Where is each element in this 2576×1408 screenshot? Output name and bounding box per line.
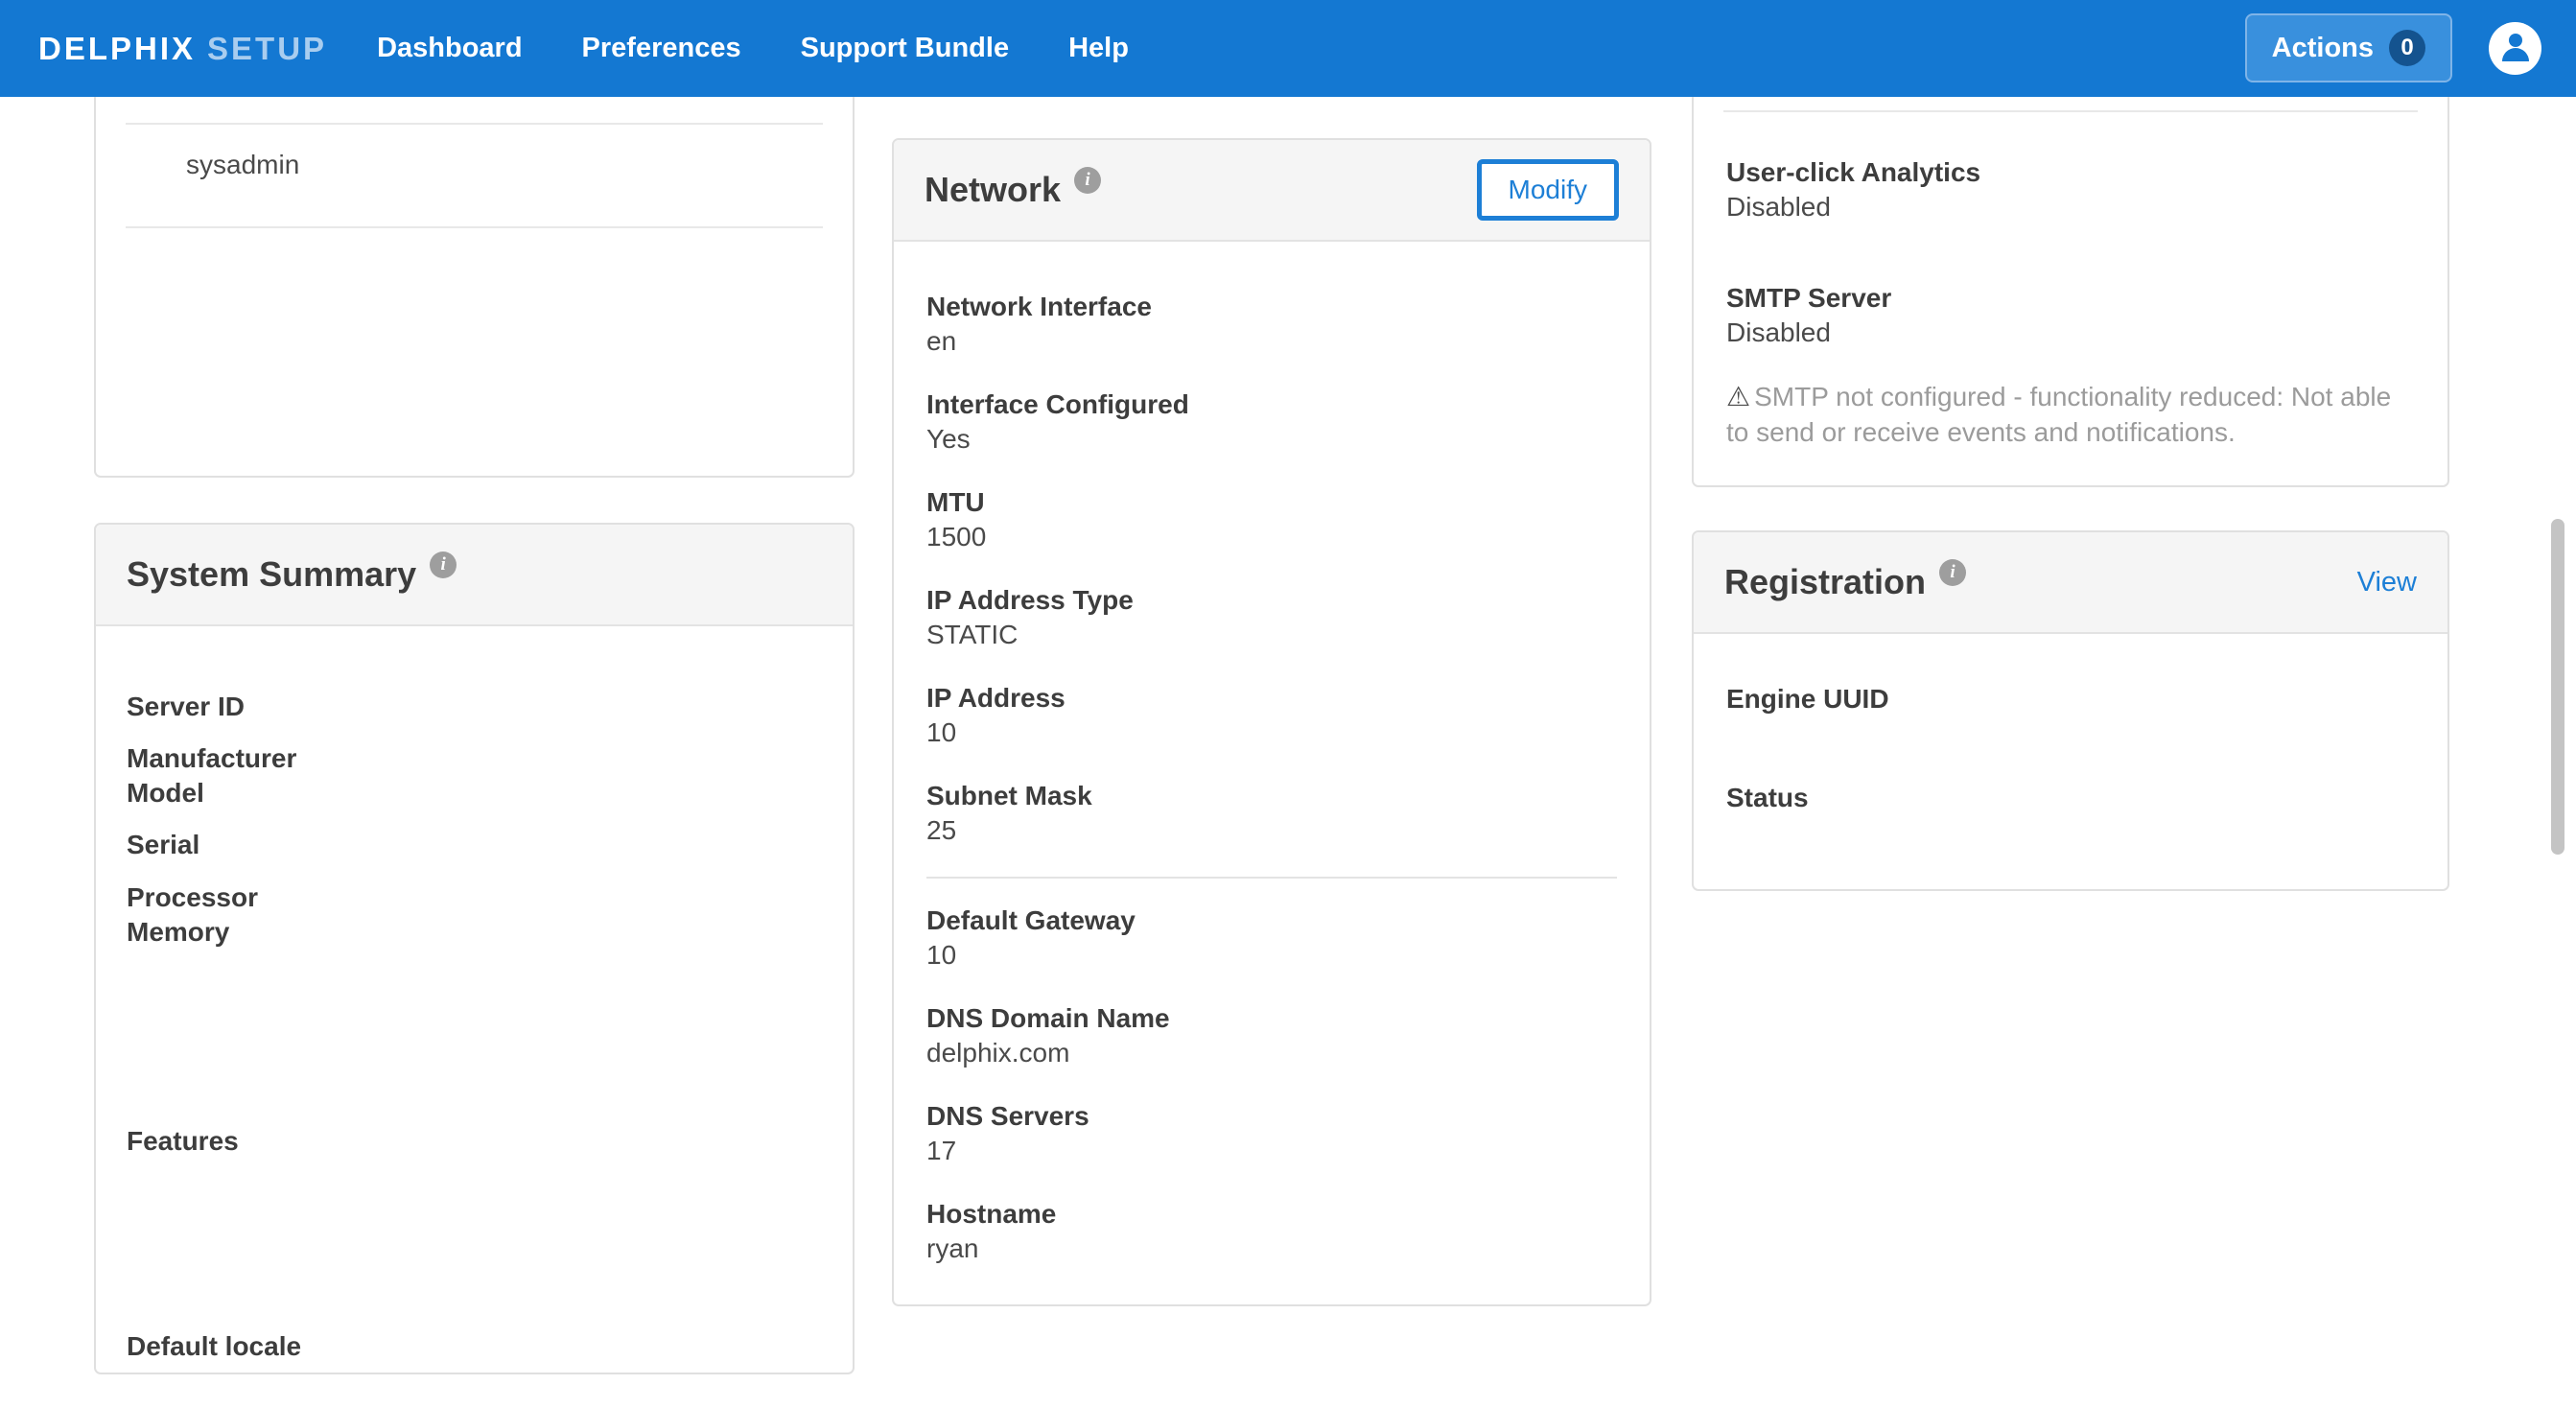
- field-value: Disabled: [1726, 316, 1891, 350]
- field-interface-configured: Interface Configured Yes: [926, 387, 1617, 457]
- field-label: Serial: [127, 828, 199, 862]
- field-default-gateway: Default Gateway 10: [926, 903, 1617, 973]
- actions-count-badge: 0: [2389, 30, 2425, 66]
- field-value: delphix.com: [926, 1036, 1617, 1070]
- smtp-warning: ⚠SMTP not configured - functionality red…: [1726, 379, 2413, 450]
- field-value: en: [926, 324, 1617, 359]
- field-smtp-server: SMTP Server Disabled: [1726, 281, 1891, 350]
- registration-card: Registration i View Engine UUID Status: [1692, 530, 2449, 891]
- divider: [1723, 110, 2418, 112]
- registration-header: Registration i View: [1694, 532, 2447, 634]
- field-subnet-mask: Subnet Mask 25: [926, 779, 1617, 848]
- field-mtu: MTU 1500: [926, 485, 1617, 554]
- network-header: Network i Modify: [894, 140, 1650, 242]
- field-value: 1500: [926, 520, 1617, 554]
- top-navbar: DELPHIX SETUP Dashboard Preferences Supp…: [0, 0, 2576, 97]
- field-default-locale: Default locale: [127, 1329, 301, 1364]
- field-label: User-click Analytics: [1726, 155, 1980, 190]
- field-hostname: Hostname ryan: [926, 1197, 1617, 1266]
- warning-icon: ⚠: [1726, 382, 1750, 411]
- field-label: Status: [1726, 781, 1809, 815]
- field-label: Manufacturer: [127, 741, 296, 776]
- field-label: Model: [127, 776, 296, 810]
- field-value: 10: [926, 938, 1617, 973]
- user-avatar-icon: [2496, 27, 2535, 70]
- field-label: SMTP Server: [1726, 281, 1891, 316]
- info-icon[interactable]: i: [430, 551, 457, 578]
- network-body: Network Interface en Interface Configure…: [894, 242, 1650, 1266]
- network-title: Network: [925, 170, 1061, 210]
- field-label: Default locale: [127, 1329, 301, 1364]
- divider: [126, 226, 823, 228]
- field-label: Server ID: [127, 690, 245, 724]
- field-ip-address: IP Address 10: [926, 681, 1617, 750]
- delphix-setup-logo: DELPHIX SETUP: [38, 31, 327, 67]
- field-features: Features: [127, 1124, 239, 1159]
- info-icon[interactable]: i: [1939, 559, 1966, 586]
- field-value: ryan: [926, 1232, 1617, 1266]
- field-label: Features: [127, 1124, 239, 1159]
- field-label: DNS Domain Name: [926, 1001, 1617, 1036]
- network-card: Network i Modify Network Interface en In…: [892, 138, 1651, 1306]
- field-label: DNS Servers: [926, 1099, 1617, 1134]
- field-value: Yes: [926, 422, 1617, 457]
- field-engine-uuid: Engine UUID: [1726, 682, 1889, 716]
- network-modify-button[interactable]: Modify: [1477, 159, 1619, 221]
- field-value: 10: [926, 716, 1617, 750]
- field-network-interface: Network Interface en: [926, 290, 1617, 359]
- field-dns-domain-name: DNS Domain Name delphix.com: [926, 1001, 1617, 1070]
- actions-button-label: Actions: [2272, 33, 2374, 64]
- field-server-id: Server ID: [127, 690, 245, 724]
- registration-view-link[interactable]: View: [2357, 567, 2417, 598]
- page-scrollbar-thumb[interactable]: [2551, 519, 2564, 855]
- divider: [926, 877, 1617, 879]
- field-dns-servers: DNS Servers 17: [926, 1099, 1617, 1168]
- field-processor-memory: Processor Memory: [127, 880, 258, 950]
- field-label: Memory: [127, 915, 258, 950]
- field-label: IP Address: [926, 681, 1617, 716]
- registration-title: Registration: [1724, 562, 1926, 602]
- registration-body: Engine UUID Status: [1694, 634, 2447, 889]
- nav-item-support-bundle[interactable]: Support Bundle: [801, 33, 1009, 64]
- brand-secondary: SETUP: [207, 31, 327, 67]
- field-label: Processor: [127, 880, 258, 915]
- field-label: Subnet Mask: [926, 779, 1617, 813]
- divider: [126, 123, 823, 125]
- nav-links: Dashboard Preferences Support Bundle Hel…: [377, 33, 1129, 64]
- field-serial: Serial: [127, 828, 199, 862]
- field-label: Default Gateway: [926, 903, 1617, 938]
- info-icon[interactable]: i: [1074, 167, 1101, 194]
- system-summary-header: System Summary i: [96, 525, 853, 626]
- nav-item-dashboard[interactable]: Dashboard: [377, 33, 522, 64]
- field-value: Disabled: [1726, 190, 1980, 224]
- nav-item-help[interactable]: Help: [1068, 33, 1129, 64]
- user-row-sysadmin[interactable]: sysadmin: [186, 150, 299, 180]
- nav-item-preferences[interactable]: Preferences: [582, 33, 741, 64]
- field-label: Hostname: [926, 1197, 1617, 1232]
- smtp-warning-text: SMTP not configured - functionality redu…: [1726, 382, 2391, 447]
- brand-primary: DELPHIX: [38, 31, 196, 67]
- page: DELPHIX SETUP Dashboard Preferences Supp…: [0, 0, 2576, 1408]
- field-status: Status: [1726, 781, 1809, 815]
- field-user-click-analytics: User-click Analytics Disabled: [1726, 155, 1980, 224]
- field-manufacturer-model: Manufacturer Model: [127, 741, 296, 810]
- field-value: 17: [926, 1134, 1617, 1168]
- field-label: Interface Configured: [926, 387, 1617, 422]
- field-label: Network Interface: [926, 290, 1617, 324]
- field-label: Engine UUID: [1726, 682, 1889, 716]
- field-ip-address-type: IP Address Type STATIC: [926, 583, 1617, 652]
- system-summary-card: System Summary i Server ID Manufacturer …: [94, 523, 855, 1374]
- field-value: 25: [926, 813, 1617, 848]
- field-label: MTU: [926, 485, 1617, 520]
- field-label: IP Address Type: [926, 583, 1617, 618]
- field-value: STATIC: [926, 618, 1617, 652]
- actions-button[interactable]: Actions 0: [2245, 13, 2452, 82]
- system-summary-title: System Summary: [127, 554, 416, 595]
- user-avatar-button[interactable]: [2489, 22, 2541, 75]
- system-summary-body: Server ID Manufacturer Model Serial Proc…: [96, 626, 853, 1374]
